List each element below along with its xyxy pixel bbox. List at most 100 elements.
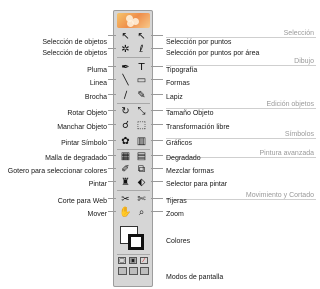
section-divider bbox=[166, 37, 316, 38]
slice-icon[interactable]: ✂ bbox=[118, 193, 133, 206]
selection-arrow-icon[interactable]: ↖ bbox=[118, 30, 133, 43]
column-graph-icon[interactable]: ▥ bbox=[134, 135, 149, 148]
toolbar-divider bbox=[117, 103, 150, 104]
screen-mode-standard-icon[interactable] bbox=[118, 267, 127, 275]
pencil-icon[interactable]: ✎ bbox=[134, 89, 149, 102]
label-seleccion-puntos-area: Selección por puntos por área bbox=[166, 50, 260, 57]
live-paint-bucket-icon[interactable]: ♜ bbox=[118, 176, 133, 189]
rotate-icon[interactable]: ↻ bbox=[118, 105, 133, 118]
label-pluma: Pluma bbox=[87, 67, 107, 74]
leader-line bbox=[108, 168, 116, 169]
label-tipografia: Tipografía bbox=[166, 67, 198, 74]
gradient-mode-icon[interactable]: ▣ bbox=[129, 257, 137, 264]
section-divider bbox=[166, 65, 316, 66]
label-linea: Linea bbox=[89, 80, 107, 87]
leader-line bbox=[151, 94, 163, 95]
scissors-icon[interactable]: ✄ bbox=[134, 193, 149, 206]
pen-icon[interactable]: ✒ bbox=[118, 61, 133, 74]
warp-icon[interactable]: ☌ bbox=[118, 119, 133, 132]
symbol-sprayer-icon[interactable]: ✿ bbox=[118, 135, 133, 148]
color-mode-icon[interactable]: ▢ bbox=[118, 257, 126, 264]
scale-icon[interactable]: ⤡ bbox=[134, 105, 149, 118]
leader-line bbox=[151, 198, 163, 199]
label-brocha: Brocha bbox=[84, 94, 107, 101]
leader-line bbox=[108, 110, 116, 111]
magic-wand-icon[interactable]: ✲ bbox=[118, 43, 133, 56]
leader-line bbox=[151, 168, 163, 169]
label-seleccion-objetos-2: Selección de objetos bbox=[42, 50, 107, 57]
label-seleccion-puntos: Selección por puntos bbox=[166, 39, 232, 46]
leader-line bbox=[151, 66, 163, 67]
section-dibujo: Dibujo bbox=[294, 58, 314, 65]
label-degradado: Degradado bbox=[166, 155, 201, 162]
screen-mode-menu-icon[interactable] bbox=[129, 267, 138, 275]
blend-icon[interactable]: ⧉ bbox=[134, 163, 149, 176]
label-tijeras: Tijeras bbox=[166, 198, 187, 205]
leader-line bbox=[151, 155, 163, 156]
leader-line bbox=[108, 79, 116, 80]
leader-line bbox=[108, 140, 116, 141]
section-edicion-objetos: Edición objetos bbox=[266, 101, 314, 108]
leader-line bbox=[151, 181, 163, 182]
leader-line bbox=[151, 140, 163, 141]
label-gotero: Gotero para seleccionar colores bbox=[7, 168, 107, 175]
toolbar-divider bbox=[117, 254, 150, 255]
label-pintar: Pintar bbox=[88, 181, 107, 188]
hand-icon[interactable]: ✋ bbox=[118, 206, 133, 219]
leader-line bbox=[108, 181, 116, 182]
section-simbolos: Símbolos bbox=[284, 131, 314, 138]
label-colores: Colores bbox=[166, 238, 191, 245]
label-rotar-objeto: Rotar Objeto bbox=[67, 110, 107, 117]
leader-line bbox=[108, 35, 116, 36]
screen-mode-full-icon[interactable] bbox=[140, 267, 149, 275]
leader-line bbox=[108, 198, 116, 199]
leader-line bbox=[108, 94, 116, 95]
label-mezclar-formas: Mezclar formas bbox=[166, 168, 214, 175]
leader-line bbox=[108, 66, 116, 67]
paintbrush-icon[interactable]: ∕ bbox=[118, 89, 133, 102]
section-divider bbox=[166, 138, 316, 139]
gradient-icon[interactable]: ▤ bbox=[134, 150, 149, 163]
leader-line bbox=[108, 124, 116, 125]
label-selector-pintar: Selector para pintar bbox=[166, 181, 228, 188]
rectangle-icon[interactable]: ▭ bbox=[134, 74, 149, 87]
lasso-icon[interactable]: ℓ bbox=[134, 43, 149, 56]
leader-line bbox=[151, 35, 163, 36]
section-divider bbox=[166, 108, 316, 109]
section-seleccion: Selección bbox=[283, 30, 314, 37]
leader-line bbox=[108, 48, 116, 49]
toolbar-divider bbox=[117, 57, 150, 58]
label-zoom: Zoom bbox=[166, 211, 184, 218]
label-lapiz: Lapiz bbox=[166, 94, 183, 101]
label-graficos: Gráficos bbox=[166, 140, 193, 147]
leader-line bbox=[151, 110, 163, 111]
zoom-icon[interactable]: ⌕ bbox=[134, 206, 149, 219]
tools-panel: ↖ ↖ ✲ ℓ ✒ T ╲ ▭ ∕ ✎ ↻ ⤡ ☌ ⬚ ✿ ▥ ▦ ▤ ✐ ⧉ ♜ ⬖ ✂ ✄ ✋ ⌕ ▢ ▣ ∕ bbox=[113, 10, 153, 287]
none-mode-icon[interactable]: ∕ bbox=[140, 257, 148, 264]
section-pintura-avanzada: Pintura avanzada bbox=[259, 150, 314, 157]
eyedropper-icon[interactable]: ✐ bbox=[118, 163, 133, 176]
line-icon[interactable]: ╲ bbox=[118, 74, 133, 87]
label-malla-degradado: Malla de degradado bbox=[45, 155, 107, 162]
direct-selection-arrow-icon[interactable]: ↖ bbox=[134, 30, 149, 43]
label-formas: Formas bbox=[166, 80, 190, 87]
free-transform-icon[interactable]: ⬚ bbox=[134, 119, 149, 132]
leader-line bbox=[108, 155, 116, 156]
leader-line bbox=[151, 124, 163, 125]
app-logo bbox=[117, 13, 150, 28]
toolbar-divider bbox=[117, 190, 150, 191]
label-seleccion-objetos: Selección de objetos bbox=[42, 39, 107, 46]
type-icon[interactable]: T bbox=[134, 61, 149, 74]
label-manchar-objeto: Manchar Objeto bbox=[57, 124, 107, 131]
stroke-color-swatch[interactable] bbox=[128, 234, 144, 250]
label-pintar-simbolo: Pintar Símbolo bbox=[61, 140, 107, 147]
leader-line bbox=[151, 79, 163, 80]
label-modos-pantalla: Modos de pantalla bbox=[166, 274, 224, 281]
live-paint-selection-icon[interactable]: ⬖ bbox=[134, 176, 149, 189]
label-transformacion-libre: Transformación libre bbox=[166, 124, 230, 131]
mesh-icon[interactable]: ▦ bbox=[118, 150, 133, 163]
leader-line bbox=[151, 48, 163, 49]
section-divider bbox=[166, 199, 316, 200]
leader-line bbox=[108, 211, 116, 212]
label-tamano-objeto: Tamaño Objeto bbox=[166, 110, 214, 117]
